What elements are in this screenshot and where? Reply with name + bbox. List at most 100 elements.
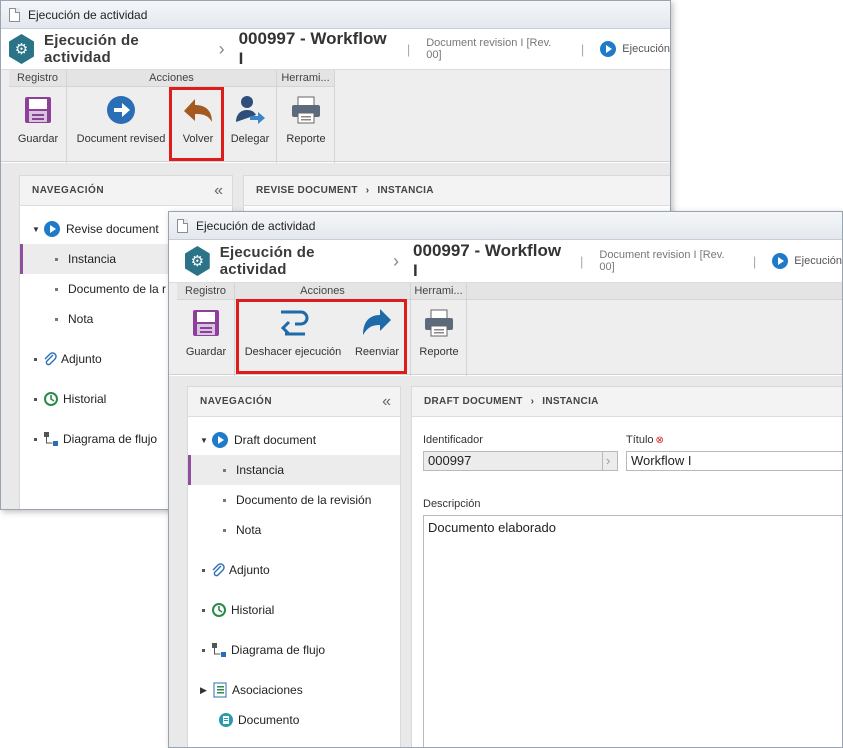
header-divider: | — [580, 41, 585, 57]
save-label: Guardar — [185, 346, 227, 358]
required-icon: ⊗ — [655, 435, 664, 446]
description-textarea[interactable]: Documento elaborado — [423, 515, 842, 747]
execution-label: Ejecución — [622, 43, 670, 55]
ribbon-group-label: Herrami... — [411, 283, 466, 300]
nav-item-historial[interactable]: Historial — [188, 595, 400, 625]
play-icon — [44, 221, 60, 237]
title-label: Título ⊗ — [626, 434, 664, 446]
bullet-icon — [202, 608, 205, 612]
ribbon-group-label: Acciones — [67, 70, 276, 87]
bullet-icon — [223, 528, 226, 532]
page-header: ⚙ Ejecución de actividad › 000997 - Work… — [1, 29, 670, 69]
execution-status[interactable]: Ejecución — [600, 41, 670, 57]
navigation-title: NAVEGACIÓN — [200, 396, 273, 407]
bullet-icon — [223, 468, 226, 472]
floppy-disk-icon — [179, 306, 233, 340]
page-title: Ejecución de actividad — [44, 32, 139, 66]
navigation-title: NAVEGACIÓN — [32, 185, 105, 196]
breadcrumb-first: REVISE DOCUMENT — [256, 185, 358, 196]
history-icon — [211, 602, 227, 618]
back-window-titlebar: Ejecución de actividad — [1, 1, 670, 29]
nav-item-label: Diagrama de flujo — [63, 432, 158, 446]
document-icon — [9, 7, 20, 22]
bullet-icon — [55, 257, 58, 261]
associations-icon — [212, 682, 228, 698]
page-header: ⚙ Ejecución de actividad › 000997 - Work… — [169, 240, 842, 282]
nav-item-draft-document[interactable]: ▼ Draft document — [188, 425, 400, 455]
window-title: Ejecución de actividad — [196, 218, 316, 233]
highlight-box — [236, 299, 407, 374]
nav-item-label: Documento de la r — [68, 282, 167, 296]
flowchart-icon — [43, 431, 59, 447]
nav-item-nota[interactable]: Nota — [188, 515, 400, 545]
report-button[interactable]: Reporte — [413, 303, 465, 373]
report-button[interactable]: Reporte — [281, 90, 331, 160]
save-button[interactable]: Guardar — [11, 90, 65, 160]
revision-label: Document revision I [Rev. 00] — [426, 37, 552, 61]
nav-item-label: Instancia — [68, 252, 117, 266]
bullet-icon — [34, 357, 37, 361]
play-icon — [600, 41, 617, 57]
expand-caret-icon[interactable]: ▼ — [200, 436, 212, 445]
front-window: Ejecución de actividad ⚙ Ejecución de ac… — [168, 211, 843, 748]
nav-item-diagrama[interactable]: Diagrama de flujo — [188, 635, 400, 665]
nav-item-asociaciones[interactable]: ▶ Asociaciones — [188, 675, 400, 705]
record-id: 000997 - Workflow I — [238, 29, 387, 68]
navigation-header: NAVEGACIÓN « — [20, 176, 232, 206]
collapse-icon[interactable]: « — [214, 182, 223, 200]
floppy-disk-icon — [11, 93, 65, 127]
delegate-button[interactable]: Delegar — [227, 90, 273, 160]
document-revised-button[interactable]: Document revised — [73, 90, 169, 160]
bullet-icon — [202, 648, 205, 652]
nav-item-label: Historial — [231, 603, 275, 617]
nav-item-documento-revision[interactable]: Documento de la revisión — [188, 485, 400, 515]
nav-item-instancia[interactable]: Instancia — [188, 455, 400, 485]
breadcrumb: REVISE DOCUMENT › INSTANCIA — [244, 176, 670, 206]
expand-caret-icon[interactable]: ▼ — [32, 225, 44, 234]
header-divider: | — [579, 253, 584, 269]
paperclip-icon — [43, 352, 57, 366]
gears-icon: ⚙ — [185, 246, 210, 276]
execution-status[interactable]: Ejecución — [772, 253, 842, 269]
expand-caret-icon[interactable]: ▶ — [200, 685, 212, 696]
nav-item-label: Adjunto — [61, 352, 102, 366]
collapse-icon[interactable]: « — [382, 393, 391, 411]
delegate-label: Delegar — [230, 133, 270, 145]
report-label: Reporte — [419, 346, 459, 358]
title-input[interactable]: Workflow I — [626, 451, 842, 471]
nav-item-label: Adjunto — [229, 563, 270, 577]
nav-item-asociaciones-documento[interactable]: Documento — [188, 705, 400, 735]
nav-item-label: Asociaciones — [232, 683, 303, 697]
description-value: Documento elaborado — [428, 520, 556, 535]
breadcrumb-second: INSTANCIA — [377, 185, 434, 196]
header-divider: | — [752, 253, 757, 269]
bullet-icon — [223, 498, 226, 502]
bullet-icon — [55, 287, 58, 291]
document-icon — [177, 218, 188, 233]
bullet-icon — [34, 397, 37, 401]
nav-item-label: Nota — [68, 312, 94, 326]
chevron-right-icon[interactable]: › — [602, 451, 618, 471]
breadcrumb-second: INSTANCIA — [542, 396, 599, 407]
ribbon-group-label: Herrami... — [277, 70, 334, 87]
save-button[interactable]: Guardar — [179, 303, 233, 373]
play-icon — [212, 432, 228, 448]
navigation-panel: NAVEGACIÓN « ▼ Draft document Instancia … — [187, 386, 401, 747]
navigation-header: NAVEGACIÓN « — [188, 387, 400, 417]
identifier-field[interactable]: 000997 — [423, 451, 603, 471]
ribbon-group-label: Registro — [177, 283, 234, 300]
revision-label: Document revision I [Rev. 00] — [599, 249, 725, 273]
bullet-icon — [202, 568, 205, 572]
breadcrumb-separator: › — [365, 185, 370, 196]
header-divider: | — [406, 41, 411, 57]
nav-item-label: Documento de la revisión — [236, 493, 372, 507]
identifier-label: Identificador — [423, 434, 483, 446]
paperclip-icon — [211, 563, 225, 577]
flowchart-icon — [211, 642, 227, 658]
ribbon-group-label — [467, 283, 842, 300]
breadcrumb-separator: › — [393, 250, 400, 271]
save-label: Guardar — [17, 133, 59, 145]
front-window-titlebar: Ejecución de actividad — [169, 212, 842, 240]
nav-item-adjunto[interactable]: Adjunto — [188, 555, 400, 585]
printer-icon — [413, 306, 465, 340]
